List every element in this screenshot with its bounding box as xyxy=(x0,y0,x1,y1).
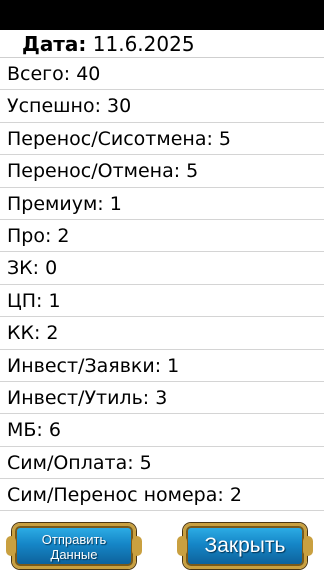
send-data-button[interactable]: Отправить Данные xyxy=(6,523,142,569)
stat-premium: Премиум: 1 xyxy=(0,188,324,220)
stat-sim-payment: Сим/Оплата: 5 xyxy=(0,447,324,480)
bottom-bar: Отправить Данные Закрыть xyxy=(0,519,324,576)
stat-kk: КК: 2 xyxy=(0,317,324,350)
stat-zk: ЗК: 0 xyxy=(0,252,324,285)
stat-tsp: ЦП: 1 xyxy=(0,285,324,318)
send-button-line1: Отправить xyxy=(41,532,107,547)
stat-mb: МБ: 6 xyxy=(0,414,324,447)
date-value: 11.6.2025 xyxy=(92,32,195,56)
stat-invest-util: Инвест/Утиль: 3 xyxy=(0,382,324,415)
stat-total: Всего: 40 xyxy=(0,58,324,91)
stats-list: Всего: 40 Успешно: 30 Перенос/Сисотмена:… xyxy=(0,58,324,512)
stat-pro: Про: 2 xyxy=(0,220,324,253)
stat-reschedule-cancel: Перенос/Отмена: 5 xyxy=(0,155,324,188)
stat-reschedule-syscancel: Перенос/Сисотмена: 5 xyxy=(0,123,324,156)
stat-success: Успешно: 30 xyxy=(0,90,324,123)
date-header: Дата: 11.6.2025 xyxy=(0,30,324,58)
close-button[interactable]: Закрыть xyxy=(177,523,313,569)
send-button-line2: Данные xyxy=(50,547,98,562)
stat-invest-requests: Инвест/Заявки: 1 xyxy=(0,350,324,382)
stat-sim-number-transfer: Сим/Перенос номера: 2 xyxy=(0,479,324,512)
date-label: Дата: xyxy=(22,32,87,56)
status-bar xyxy=(0,0,324,30)
